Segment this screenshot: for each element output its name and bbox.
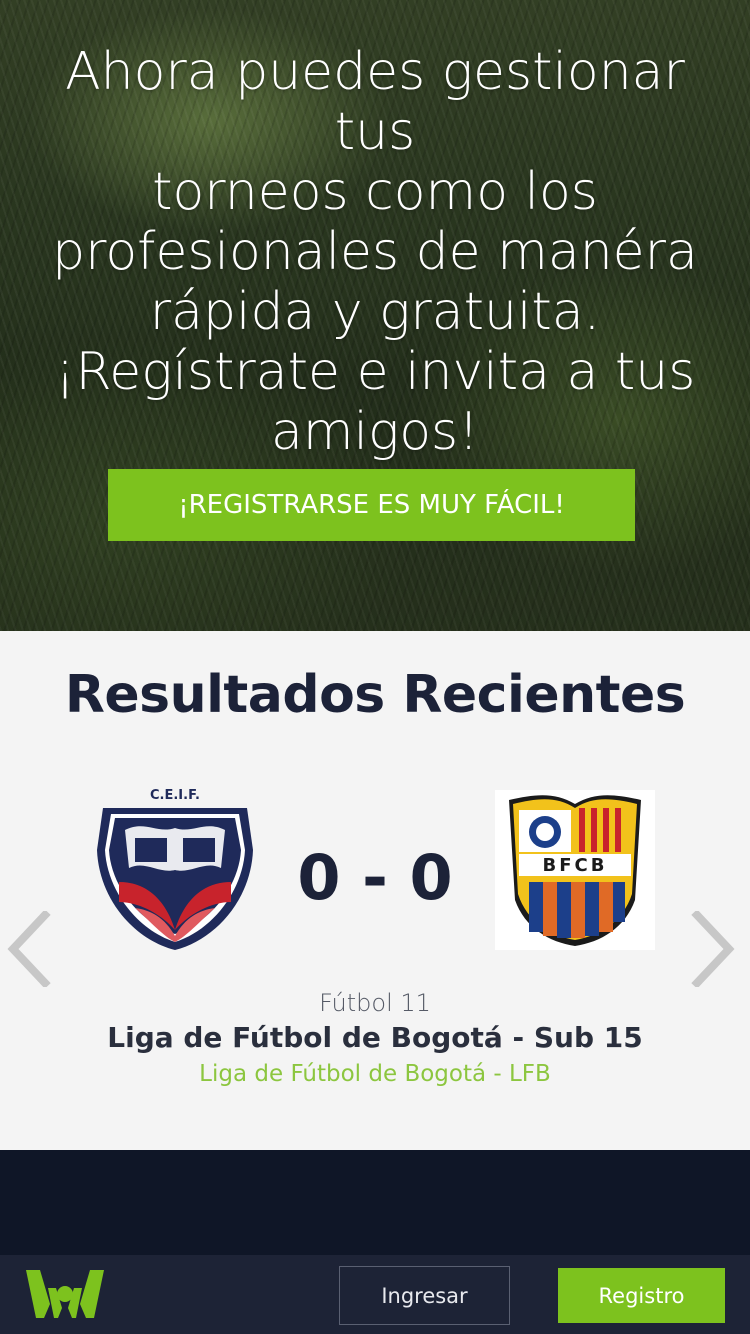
hero-headline: Ahora puedes gestionar tus torneos como … bbox=[20, 42, 730, 462]
away-team-crest[interactable]: BFCB bbox=[495, 790, 655, 950]
footer-spacer bbox=[0, 1150, 750, 1255]
section-title: Resultados Recientes bbox=[64, 665, 686, 725]
home-team-crest[interactable]: C.E.I.F. bbox=[95, 788, 255, 950]
away-team-crest-text: BFCB bbox=[542, 855, 608, 876]
next-result-button[interactable] bbox=[688, 911, 738, 987]
chevron-left-icon bbox=[7, 911, 51, 987]
brand-logo-icon bbox=[26, 1270, 104, 1318]
hero-line: torneos como los bbox=[152, 162, 598, 222]
hero-line: ¡Regístrate e invita a tus bbox=[54, 342, 696, 402]
register-button[interactable]: Registro bbox=[558, 1268, 725, 1323]
register-cta-button[interactable]: ¡REGISTRARSE ES MUY FÁCIL! bbox=[108, 469, 635, 541]
previous-result-button[interactable] bbox=[4, 911, 54, 987]
recent-results-section: Resultados Recientes C.E.I.F. 0 - 0 BFCB… bbox=[0, 631, 750, 1150]
bottom-nav-bar: Ingresar Registro bbox=[0, 1255, 750, 1334]
match-sport: Fútbol 11 bbox=[319, 989, 431, 1017]
home-team-crest-text: C.E.I.F. bbox=[150, 788, 200, 803]
hero-banner: Ahora puedes gestionar tus torneos como … bbox=[0, 0, 750, 631]
match-organizer-link[interactable]: Liga de Fútbol de Bogotá - LFB bbox=[0, 1061, 750, 1087]
match-score: 0 - 0 bbox=[297, 841, 453, 914]
login-button[interactable]: Ingresar bbox=[339, 1266, 510, 1325]
hero-line: Ahora puedes gestionar tus bbox=[65, 42, 685, 162]
hero-line: rápida y gratuita. bbox=[149, 282, 601, 342]
chevron-right-icon bbox=[691, 911, 735, 987]
match-league: Liga de Fútbol de Bogotá - Sub 15 bbox=[107, 1021, 643, 1054]
brand-logo[interactable] bbox=[26, 1268, 104, 1320]
ceif-crest-icon bbox=[97, 808, 253, 950]
hero-line: profesionales de manéra bbox=[52, 222, 698, 282]
hero-line: amigos! bbox=[271, 402, 479, 462]
